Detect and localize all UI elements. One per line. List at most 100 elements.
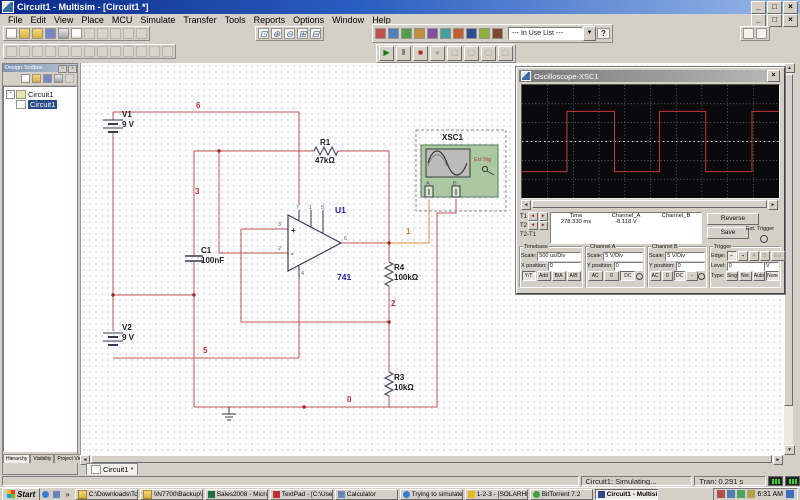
start-button[interactable]: Start xyxy=(2,487,41,500)
toolbox-open-icon[interactable] xyxy=(32,74,41,83)
oscilloscope-instrument-icon[interactable]: Ext Trig XSC1 A B xyxy=(415,129,507,212)
place-power-icon[interactable] xyxy=(492,28,503,39)
toolbox-options-icon[interactable] xyxy=(65,74,74,83)
save-button[interactable]: Save xyxy=(707,227,749,239)
v1-ref-label[interactable]: V1 xyxy=(122,110,132,119)
open-icon[interactable] xyxy=(19,28,30,39)
channel-a-ac-button[interactable]: AC xyxy=(587,271,603,281)
tree-collapse-icon[interactable]: - xyxy=(6,89,15,99)
tab-visibility[interactable]: Visibility xyxy=(30,454,55,463)
battery-v2[interactable] xyxy=(103,332,123,346)
reverse-button[interactable]: Reverse xyxy=(707,213,759,225)
channel-b-scale-field[interactable]: 5 V/Div xyxy=(665,251,705,261)
taskbar-item-textpad[interactable]: TextPad - [C:\User... xyxy=(269,488,333,500)
r4-value-label[interactable]: 100kΩ xyxy=(394,273,419,282)
child-close-icon[interactable]: × xyxy=(783,13,798,27)
trigger-auto-button[interactable]: Auto xyxy=(752,271,766,281)
close-icon[interactable]: × xyxy=(783,0,798,14)
pause-simulation-icon[interactable]: ‖ xyxy=(396,46,411,61)
channel-a-yposition-field[interactable]: 0 xyxy=(613,261,643,271)
resistor-r3[interactable] xyxy=(383,371,395,397)
place-cmos-icon[interactable] xyxy=(453,28,464,39)
yt-button[interactable]: Y/T xyxy=(521,271,536,281)
r4-ref-label[interactable]: R4 xyxy=(394,263,405,272)
scroll-up-icon[interactable]: ▲ xyxy=(784,63,795,73)
wire-net6[interactable] xyxy=(113,111,300,205)
channel-b-invert-button[interactable]: - xyxy=(686,271,698,281)
resistor-r1[interactable] xyxy=(313,145,339,157)
place-ttl-icon[interactable] xyxy=(440,28,451,39)
taskbar-item-browser[interactable]: Trying to simulate ... xyxy=(399,488,463,500)
taskbar-item-downloads[interactable]: C:\Downloads\Tor... xyxy=(74,488,138,500)
place-source-icon[interactable] xyxy=(375,28,386,39)
r1-ref-label[interactable]: R1 xyxy=(320,138,331,147)
opamp-u1[interactable] xyxy=(287,210,343,277)
new-icon[interactable] xyxy=(6,28,17,39)
place-misc-icon[interactable] xyxy=(466,28,477,39)
trigger-nor-button[interactable]: Nor. xyxy=(739,271,752,281)
panel-close-icon[interactable]: × xyxy=(68,65,77,73)
instrument-toolbar-icon-2[interactable] xyxy=(756,28,767,39)
trigger-sing-button[interactable]: Sing. xyxy=(725,271,739,281)
tray-icon-2[interactable] xyxy=(727,490,736,498)
print-preview-icon[interactable] xyxy=(71,28,82,39)
trigger-level-unit[interactable]: V xyxy=(764,261,779,271)
toolbox-print-icon[interactable] xyxy=(54,74,63,83)
u1-value-label[interactable]: 741 xyxy=(337,272,351,282)
channel-b-yposition-field[interactable]: 0 xyxy=(675,261,705,271)
trigger-edge-falling-icon[interactable]: ¬ xyxy=(737,251,748,261)
channel-b-ac-button[interactable]: AC xyxy=(649,271,661,281)
print-icon[interactable] xyxy=(58,28,69,39)
instrument-toolbar-icon[interactable] xyxy=(743,28,754,39)
child-minimize-icon[interactable]: _ xyxy=(751,13,766,27)
v2-ref-label[interactable]: V2 xyxy=(122,323,132,332)
place-indicator-icon[interactable] xyxy=(479,28,490,39)
trigger-edge-rising-icon[interactable]: ⌐ xyxy=(726,251,737,261)
wire-inverting-input[interactable] xyxy=(218,151,288,254)
channel-b-dc-button[interactable]: DC xyxy=(674,271,686,281)
oscilloscope-window[interactable]: Oscilloscope-XSC1 × ◄ ► T1 ◄ ► T2 ◄ ► T2… xyxy=(515,66,786,295)
scope-scroll-right-icon[interactable]: ► xyxy=(768,200,778,210)
tray-icon-5[interactable] xyxy=(786,490,794,498)
resistor-r4[interactable] xyxy=(383,261,395,287)
channel-a-zero-button[interactable]: 0 xyxy=(603,271,620,281)
r3-value-label[interactable]: 10kΩ xyxy=(394,383,414,392)
vertical-scroll-thumb[interactable] xyxy=(784,74,793,406)
tray-icon-1[interactable] xyxy=(717,490,726,498)
r3-ref-label[interactable]: R3 xyxy=(394,373,405,382)
place-transistor-icon[interactable] xyxy=(414,28,425,39)
v2-value-label[interactable]: 9 V xyxy=(122,333,135,342)
trigger-none-button[interactable]: None xyxy=(766,271,779,281)
scope-scroll-left-icon[interactable]: ◄ xyxy=(521,200,531,210)
zoom-in-icon[interactable]: ⊕ xyxy=(271,28,282,39)
place-diode-icon[interactable] xyxy=(401,28,412,39)
add-button[interactable]: Add xyxy=(536,271,551,281)
ground-symbol[interactable] xyxy=(222,407,236,421)
help-button[interactable]: ? xyxy=(597,28,610,39)
dropdown-arrow-icon[interactable]: ▼ xyxy=(583,26,596,41)
quick-launch-ie-icon[interactable] xyxy=(42,490,50,498)
child-restore-icon[interactable]: □ xyxy=(767,13,782,27)
r1-value-label[interactable]: 47kΩ xyxy=(315,156,335,165)
t2-left-icon[interactable]: ◄ xyxy=(528,221,538,230)
channel-a-scale-field[interactable]: 5 V/Div xyxy=(603,251,643,261)
menu-reports[interactable]: Reports xyxy=(250,15,290,25)
taskbar-item-multisim[interactable]: Circuit1 - Multisi... xyxy=(594,488,658,500)
save-icon[interactable] xyxy=(45,28,56,39)
in-use-list-dropdown[interactable]: --- In Use List --- xyxy=(508,27,583,40)
taskbar-item-backup[interactable]: \\N7700\Backup\S... xyxy=(139,488,203,500)
toolbox-save-icon[interactable] xyxy=(43,74,52,83)
place-analog-icon[interactable] xyxy=(427,28,438,39)
channel-a-dc-button[interactable]: DC xyxy=(620,271,636,281)
oscilloscope-scrollbar[interactable]: ◄ ► xyxy=(521,200,778,210)
oscilloscope-title-bar[interactable]: Oscilloscope-XSC1 × xyxy=(519,70,780,82)
c1-value-label[interactable]: 100nF xyxy=(201,256,224,265)
channel-b-zero-button[interactable]: 0 xyxy=(661,271,673,281)
menu-file[interactable]: File xyxy=(4,15,27,25)
t1-right-icon[interactable]: ► xyxy=(538,212,548,221)
menu-transfer[interactable]: Transfer xyxy=(179,15,220,25)
toolbox-new-icon[interactable] xyxy=(21,74,30,83)
tree-child-circuit1[interactable]: Circuit1 xyxy=(6,99,76,109)
wires[interactable] xyxy=(112,111,457,408)
horizontal-scroll-thumb[interactable] xyxy=(91,455,772,463)
